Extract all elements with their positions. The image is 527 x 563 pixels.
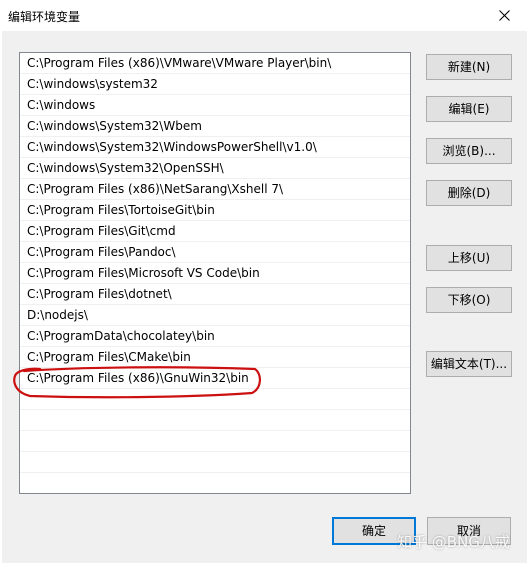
path-list-item[interactable]: C:\Program Files\TortoiseGit\bin: [20, 200, 410, 221]
empty-list-row: [20, 410, 410, 431]
path-list-item[interactable]: C:\windows\System32\Wbem: [20, 116, 410, 137]
path-list-item[interactable]: C:\Program Files (x86)\VMware\VMware Pla…: [20, 53, 410, 74]
move-down-button[interactable]: 下移(O): [426, 287, 512, 313]
ok-button[interactable]: 确定: [332, 517, 416, 545]
title-bar: 编辑环境变量: [0, 0, 527, 31]
close-icon: [498, 10, 510, 21]
close-button[interactable]: [481, 0, 527, 31]
new-button[interactable]: 新建(N): [426, 54, 512, 80]
path-list-item-gnuwin32[interactable]: C:\Program Files (x86)\GnuWin32\bin: [20, 368, 410, 389]
path-list-item[interactable]: C:\windows\System32\OpenSSH\: [20, 158, 410, 179]
path-list-item[interactable]: C:\Program Files\Microsoft VS Code\bin: [20, 263, 410, 284]
path-list-item[interactable]: C:\windows\system32: [20, 74, 410, 95]
window-left-edge: [0, 31, 2, 563]
dialog-title: 编辑环境变量: [8, 10, 81, 24]
empty-list-row: [20, 389, 410, 410]
edit-text-button[interactable]: 编辑文本(T)...: [426, 351, 512, 377]
path-list-item[interactable]: C:\Program Files\Git\cmd: [20, 221, 410, 242]
empty-list-row: [20, 431, 410, 452]
cancel-button[interactable]: 取消: [427, 517, 511, 545]
path-list-item[interactable]: C:\Program Files\dotnet\: [20, 284, 410, 305]
edit-env-var-dialog: 编辑环境变量 C:\Program Files (x86)\VMware\VMw…: [0, 0, 527, 563]
path-list-item[interactable]: C:\windows: [20, 95, 410, 116]
path-list-item[interactable]: C:\Program Files (x86)\NetSarang\Xshell …: [20, 179, 410, 200]
move-up-button[interactable]: 上移(U): [426, 245, 512, 271]
edit-button[interactable]: 编辑(E): [426, 96, 512, 122]
path-list[interactable]: C:\Program Files (x86)\VMware\VMware Pla…: [19, 52, 411, 494]
path-list-item[interactable]: C:\ProgramData\chocolatey\bin: [20, 326, 410, 347]
path-list-item[interactable]: C:\windows\System32\WindowsPowerShell\v1…: [20, 137, 410, 158]
browse-button[interactable]: 浏览(B)...: [426, 138, 512, 164]
empty-list-row: [20, 452, 410, 473]
path-list-item[interactable]: C:\Program Files\CMake\bin: [20, 347, 410, 368]
path-list-item[interactable]: C:\Program Files\Pandoc\: [20, 242, 410, 263]
path-list-item[interactable]: D:\nodejs\: [20, 305, 410, 326]
delete-button[interactable]: 删除(D): [426, 180, 512, 206]
